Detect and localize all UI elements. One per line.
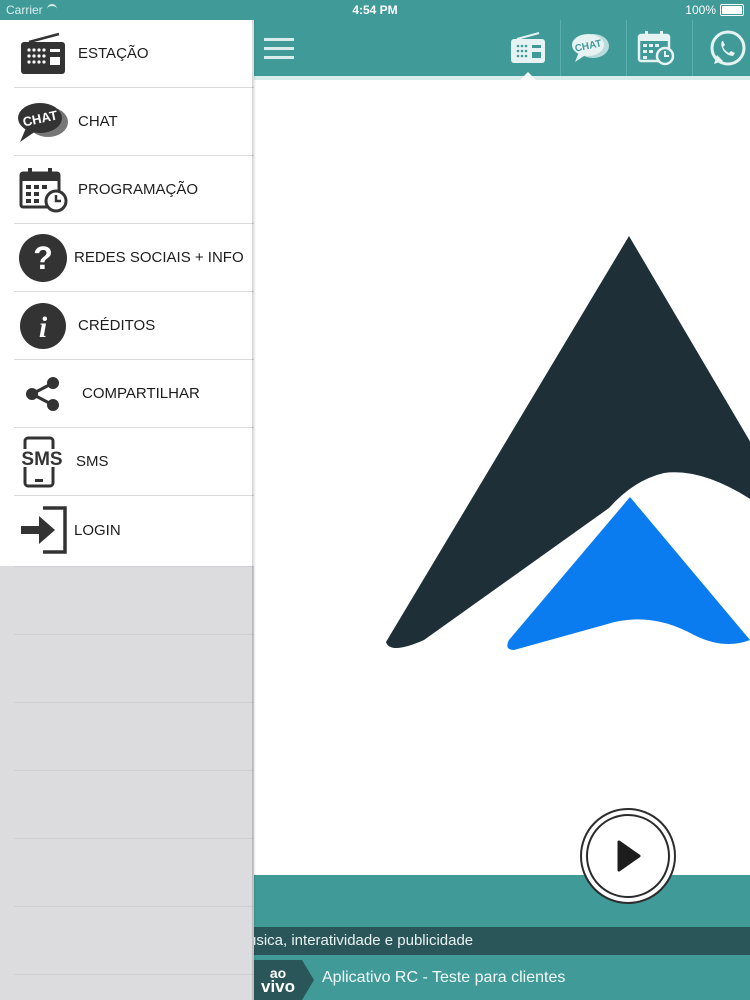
whatsapp-icon [710,30,746,66]
menu-item-estacao[interactable]: ESTAÇÃO [14,20,254,88]
play-icon [617,840,641,872]
radio-icon [14,25,72,83]
side-menu: ESTAÇÃO CHAT CHAT PROGRAMAÇÃO ? REDES SO… [0,20,254,566]
divider [14,634,254,635]
play-button-ring [586,814,670,898]
svg-text:i: i [39,311,48,344]
calendar-clock-icon [14,161,72,219]
battery-indicator: 100% [685,3,744,17]
app-top-bar: CHAT [254,20,750,80]
menu-item-label: PROGRAMAÇÃO [78,181,199,198]
sms-icon-text: SMS [21,449,62,470]
svg-text:?: ? [33,240,53,276]
menu-item-label: ESTAÇÃO [78,45,149,62]
divider [14,702,254,703]
player-bar: úsica, interatividade e publicidade ao v… [254,875,750,1000]
status-bar: Carrier 4:54 PM 100% [0,0,750,20]
tab-programacao[interactable] [634,26,678,70]
station-logo [386,236,750,650]
login-icon [14,501,72,559]
ticker-text: úsica, interatividade e publicidade [254,932,474,949]
radio-icon [511,32,545,63]
battery-percent: 100% [685,3,716,17]
sms-phone-icon: SMS [14,433,72,491]
menu-item-programacao[interactable]: PROGRAMAÇÃO [14,156,254,224]
menu-item-label: LOGIN [74,521,121,539]
hamburger-menu-icon[interactable] [264,38,294,60]
menu-item-chat[interactable]: CHAT CHAT [14,88,254,156]
tab-radio[interactable] [506,26,550,70]
divider [14,906,254,907]
divider [14,838,254,839]
live-badge: ao vivo [254,960,314,1000]
tab-whatsapp[interactable] [704,26,748,70]
menu-item-creditos[interactable]: i CRÉDITOS [14,292,254,360]
menu-item-redes-sociais[interactable]: ? REDES SOCIAIS + INFO [14,224,254,292]
main-content [254,80,750,875]
calendar-clock-icon [637,31,675,66]
tab-divider [560,20,561,76]
divider [14,566,254,567]
chat-icon: CHAT [572,34,609,62]
menu-item-sms[interactable]: SMS SMS [14,428,254,496]
menu-item-label: REDES SOCIAIS + INFO [74,249,244,266]
menu-item-label: CHAT [78,113,118,130]
status-time: 4:54 PM [352,3,398,17]
menu-item-compartilhar[interactable]: COMPARTILHAR [14,360,254,428]
share-icon [14,365,72,423]
menu-item-label: SMS [76,453,109,470]
menu-empty-area [0,566,254,1000]
question-icon: ? [14,229,72,287]
live-badge-line2: vivo [260,977,296,996]
now-playing-title: Aplicativo RC - Teste para clientes [322,969,566,986]
tab-divider [626,20,627,76]
info-icon: i [14,297,72,355]
divider [14,770,254,771]
divider [14,974,254,975]
battery-icon [720,4,744,16]
chat-icon: CHAT [14,93,72,151]
menu-item-label: COMPARTILHAR [82,385,200,402]
active-tab-indicator [519,72,537,81]
tab-chat[interactable]: CHAT [568,26,612,70]
ticker-bar: úsica, interatividade e publicidade [254,927,750,955]
play-button[interactable] [580,808,676,904]
tab-divider [692,20,693,76]
menu-item-login[interactable]: LOGIN [14,496,254,564]
menu-edge-shadow [252,20,256,1000]
menu-item-label: CRÉDITOS [78,317,156,334]
